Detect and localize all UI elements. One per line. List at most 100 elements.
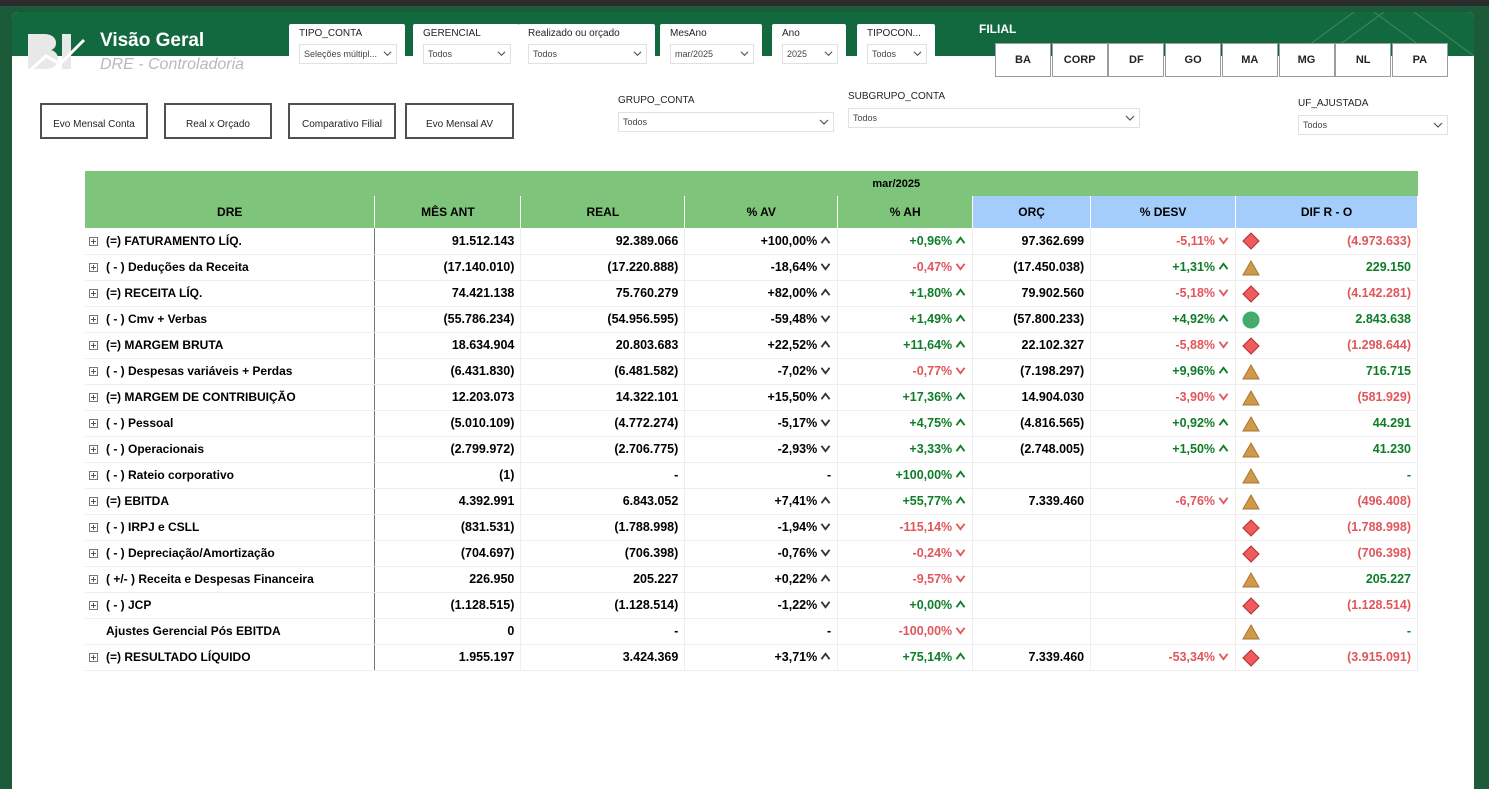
filial-button-go[interactable]: GO [1165,43,1222,77]
cell-av: -2,93% [684,436,839,463]
cell-mes-ant: (1) [374,462,522,489]
cell-ah: +55,77% [837,488,974,515]
table-row: Ajustes Gerencial Pós EBITDA 0- - -100,00% - [85,618,1418,645]
expand-icon[interactable] [89,523,98,532]
arrow-down-icon [955,575,966,583]
row-label[interactable]: ( - ) Operacionais [85,436,376,463]
cell-av: -5,17% [684,410,839,437]
filial-button-ba[interactable]: BA [995,43,1051,77]
slicer-dropdown[interactable]: Todos [848,108,1140,128]
column-header[interactable]: % AH [837,196,974,228]
column-header[interactable]: MÊS ANT [374,196,522,228]
triangle-indicator-icon [1242,441,1260,457]
row-label[interactable]: ( - ) IRPJ e CSLL [85,514,376,541]
row-name: (=) EBITDA [106,494,169,508]
dre-matrix: mar/2025 DRE MÊS ANT REAL% AV% AH ORÇ% DESV… [85,171,1418,671]
cell-av: +15,50% [684,384,839,411]
cell-av: +0,22% [684,566,839,593]
nav-button-1[interactable]: Real x Orçado [164,103,272,139]
nav-button-0[interactable]: Evo Mensal Conta [40,103,148,139]
slicer-dropdown[interactable]: mar/2025 [670,44,754,64]
cell-mes-ant: 1.955.197 [374,644,522,671]
column-header[interactable]: % DESV [1090,196,1237,228]
column-header[interactable]: ORÇ [972,196,1092,228]
triangle-indicator-icon [1242,415,1260,431]
row-label[interactable]: ( +/- ) Receita e Despesas Financeira [85,566,376,593]
row-label[interactable]: ( - ) Despesas variáveis + Perdas [85,358,376,385]
expand-icon[interactable] [89,419,98,428]
expand-icon[interactable] [89,393,98,402]
expand-icon[interactable] [89,497,98,506]
filial-button-nl[interactable]: NL [1335,43,1392,77]
expand-icon[interactable] [89,367,98,376]
slicer-value: Seleções múltipl... [304,49,378,59]
cell-ah: -115,14% [837,514,974,541]
table-row: ( - ) Cmv + Verbas (55.786.234) (54.956.59… [85,306,1418,333]
filial-button-corp[interactable]: CORP [1051,43,1108,77]
filial-button-pa[interactable]: PA [1391,43,1448,77]
row-label[interactable]: Ajustes Gerencial Pós EBITDA [85,618,376,645]
arrow-down-icon [820,549,831,557]
row-label[interactable]: (=) RECEITA LÍQ. [85,280,376,307]
expand-icon[interactable] [89,263,98,272]
expand-icon[interactable] [89,653,98,662]
row-label[interactable]: ( - ) Pessoal [85,410,376,437]
slicer-dropdown[interactable]: Todos [1298,115,1448,135]
slicer-dropdown[interactable]: Todos [423,44,511,64]
cell-real: (1.788.998) [520,514,686,541]
column-header[interactable]: % AV [684,196,839,228]
cell-mes-ant: (55.786.234) [374,306,522,333]
row-label[interactable]: ( - ) JCP [85,592,376,619]
expand-icon[interactable] [89,289,98,298]
slicer2-0: GRUPO_CONTA Todos [618,95,834,132]
chevron-down-icon [1433,122,1443,128]
row-name: ( - ) Pessoal [106,416,174,430]
slicer-dropdown[interactable]: Todos [618,112,834,132]
expand-icon[interactable] [89,575,98,584]
expand-icon[interactable] [89,445,98,454]
column-header[interactable]: REAL [520,196,686,228]
column-header[interactable]: DRE [85,196,376,228]
cell-ah: +17,36% [837,384,974,411]
expand-icon[interactable] [89,341,98,350]
cell-ah: +11,64% [837,332,974,359]
filial-button-ma[interactable]: MA [1221,43,1278,77]
row-label[interactable]: (=) RESULTADO LÍQUIDO [85,644,376,671]
expand-icon[interactable] [89,549,98,558]
row-label[interactable]: (=) FATURAMENTO LÍQ. [85,228,376,255]
slicer-dropdown[interactable]: 2025 [782,44,838,64]
row-label[interactable]: (=) EBITDA [85,488,376,515]
column-header[interactable]: DIF R - O [1235,196,1418,228]
cell-desv: -5,88% [1090,332,1237,359]
nav-button-3[interactable]: Evo Mensal AV [405,103,514,139]
row-label[interactable]: ( - ) Depreciação/Amortização [85,540,376,567]
diamond-indicator-icon [1242,232,1260,250]
filial-button-df[interactable]: DF [1108,43,1165,77]
expand-icon[interactable] [89,315,98,324]
row-label[interactable]: ( - ) Rateio corporativo [85,462,376,489]
slicer-dropdown[interactable]: Todos [528,44,647,64]
row-label[interactable]: ( - ) Deduções da Receita [85,254,376,281]
arrow-up-icon [955,652,966,660]
expand-icon[interactable] [89,601,98,610]
row-label[interactable]: ( - ) Cmv + Verbas [85,306,376,333]
triangle-indicator-icon [1242,571,1260,587]
cell-mes-ant: 74.421.138 [374,280,522,307]
slicer-dropdown[interactable]: Seleções múltipl... [299,44,397,64]
table-row: ( - ) Depreciação/Amortização (704.697) (7… [85,540,1418,567]
expand-icon[interactable] [89,471,98,480]
page-title: Visão Geral [100,30,205,51]
expand-icon[interactable] [89,236,98,246]
slicer-dropdown[interactable]: Todos [867,44,927,64]
row-name: ( - ) Rateio corporativo [106,468,235,482]
slicer-5: TIPOCON... Todos [857,24,935,68]
cell-orc: 14.904.030 [972,384,1092,411]
cell-orc [972,462,1092,489]
cell-mes-ant: (1.128.515) [374,592,522,619]
slicer2-2: UF_AJUSTADA Todos [1298,98,1448,135]
arrow-down-icon [1218,289,1229,297]
row-label[interactable]: (=) MARGEM DE CONTRIBUIÇÃO [85,384,376,411]
filial-button-mg[interactable]: MG [1278,43,1335,77]
nav-button-2[interactable]: Comparativo Filial [288,103,396,139]
row-label[interactable]: (=) MARGEM BRUTA [85,332,376,359]
